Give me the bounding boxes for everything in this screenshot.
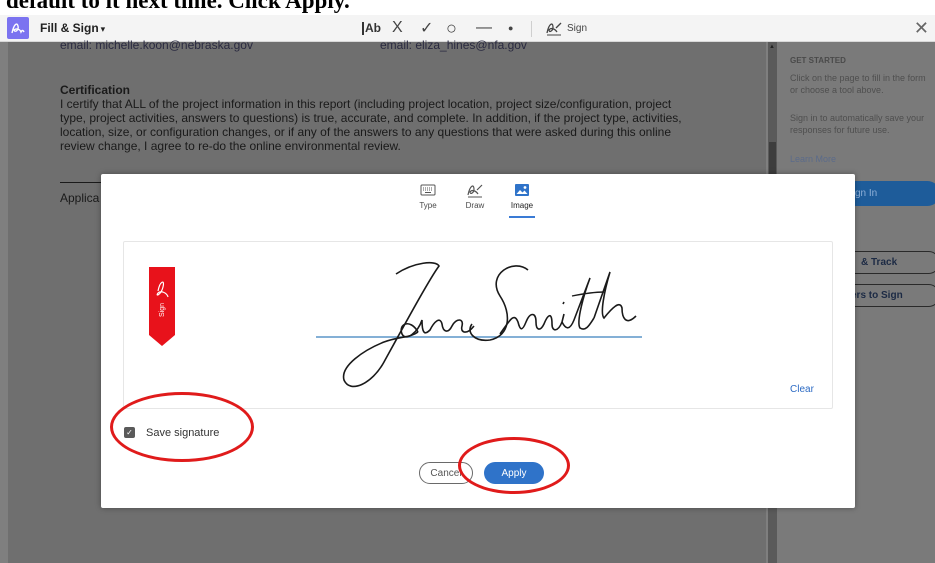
dot-icon: ● [508, 23, 514, 33]
request-signatures-label: ers to Sign [851, 290, 903, 301]
signature-preview-area[interactable]: Sign Clear [123, 241, 833, 409]
get-started-heading: GET STARTED [790, 56, 846, 65]
add-text-tool[interactable]: Ab [362, 18, 381, 38]
cancel-button[interactable]: Cancel [419, 462, 473, 484]
line-icon: — [476, 19, 492, 36]
pen-draw-icon [465, 182, 485, 198]
cancel-label: Cancel [430, 467, 462, 479]
cross-mark-tool[interactable]: X [392, 18, 403, 38]
fill-sign-menu[interactable]: Fill & Sign ▾ [40, 21, 105, 35]
dot-tool[interactable]: ● [508, 18, 513, 38]
circle-icon: ○ [446, 17, 457, 38]
keyboard-icon [418, 182, 438, 198]
learn-more-link[interactable]: Learn More [790, 154, 836, 164]
apply-label: Apply [501, 467, 527, 479]
cross-icon: X [392, 19, 403, 36]
clear-link[interactable]: Clear [790, 384, 814, 395]
signature-mode-tabs: Type Draw Image [101, 182, 855, 218]
tab-draw-label: Draw [465, 201, 485, 210]
circle-tool[interactable]: ○ [446, 18, 457, 38]
signature-image [316, 261, 642, 388]
sign-in-label: gn In [855, 188, 878, 199]
apply-button[interactable]: Apply [484, 462, 544, 484]
email-left: email: michelle.koon@nebraska.gov [60, 38, 253, 52]
signature-dialog: Type Draw Image Sign Clear ✓ Save signat… [101, 174, 855, 508]
get-started-text: Click on the page to fill in the form or… [790, 73, 926, 95]
checkmark-icon: ✓ [420, 20, 434, 37]
save-signature-label: Save signature [146, 427, 220, 439]
pen-sign-icon [546, 22, 562, 36]
sign-tool[interactable]: Sign [545, 18, 587, 38]
screenshot-root: default to it next time. Click Apply. Fi… [0, 0, 935, 563]
scroll-up-icon[interactable]: ▲ [769, 44, 775, 50]
chevron-down-icon: ▾ [100, 24, 106, 34]
sign-label: Sign [567, 22, 588, 34]
email-right: email: eliza_hines@nfa.gov [380, 38, 527, 52]
image-icon [512, 182, 532, 198]
text-tool-icon: Ab [365, 21, 381, 35]
tab-image-label: Image [510, 201, 534, 210]
fill-sign-app-icon[interactable] [7, 17, 29, 39]
certification-line-3: location, size, or configuration changes… [60, 125, 672, 139]
sign-in-hint-text: Sign in to automatically save your respo… [790, 113, 925, 135]
fill-sign-title: Fill & Sign [40, 21, 99, 35]
save-signature-checkbox[interactable]: ✓ [124, 427, 135, 438]
check-mark-tool[interactable]: ✓ [420, 18, 433, 38]
certification-line-4: review change, I agree to re-do the onli… [60, 139, 401, 153]
certification-heading: Certification [60, 83, 131, 97]
certification-line-2: type, project activities, answers to que… [60, 111, 682, 125]
close-icon[interactable]: ✕ [914, 18, 929, 39]
tab-type[interactable]: Type [408, 182, 448, 218]
instruction-text: default to it next time. Click Apply. [6, 0, 350, 13]
line-tool[interactable]: — [476, 18, 492, 38]
sign-ribbon-text: Sign [158, 303, 166, 318]
applicant-label: Applica [60, 191, 100, 205]
send-track-label: & Track [861, 257, 898, 268]
toolbar-divider [531, 21, 532, 37]
certification-line-1: I certify that ALL of the project inform… [60, 97, 672, 111]
tab-type-label: Type [419, 201, 437, 210]
tab-image[interactable]: Image [502, 182, 542, 218]
tab-draw[interactable]: Draw [455, 182, 495, 218]
